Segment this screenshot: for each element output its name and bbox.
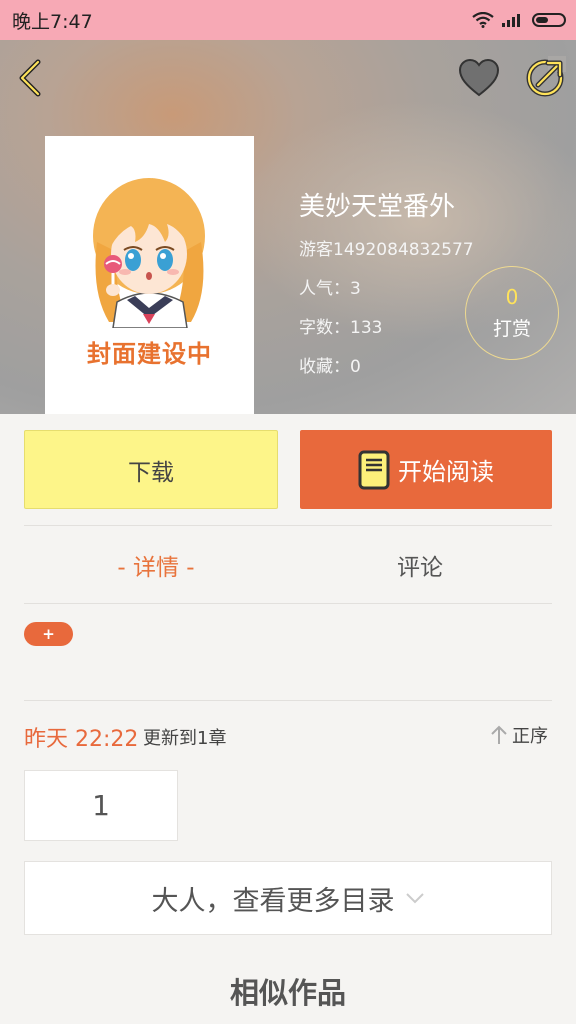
wifi-icon xyxy=(472,12,494,28)
book-cover[interactable]: 封面建设中 xyxy=(45,136,254,414)
status-bar: 晚上7:47 xyxy=(0,0,576,40)
sort-order-button[interactable]: 正序 xyxy=(490,722,548,748)
tip-label: 打赏 xyxy=(492,317,531,340)
divider xyxy=(24,525,552,526)
book-popularity: 人气：3 xyxy=(299,279,361,299)
status-icons xyxy=(472,12,566,28)
share-icon[interactable] xyxy=(524,56,566,98)
chevron-down-icon xyxy=(405,893,424,904)
signal-icon xyxy=(502,14,520,27)
arrow-up-icon xyxy=(491,725,507,744)
cover-placeholder-text: 封面建设中 xyxy=(87,340,212,368)
cover-illustration xyxy=(93,178,205,328)
chevron-left-icon[interactable] xyxy=(12,58,52,98)
divider xyxy=(24,700,552,701)
book-author[interactable]: 游客1492084832577 xyxy=(299,235,474,260)
add-tag-button[interactable]: + xyxy=(24,622,73,646)
similar-works-heading: 相似作品 xyxy=(229,976,346,1010)
book-icon xyxy=(358,450,390,489)
book-word-count: 字数：133 xyxy=(299,318,383,338)
download-label: 下载 xyxy=(128,459,174,486)
tab-details[interactable]: - 详情 - xyxy=(56,548,256,582)
tab-comments[interactable]: 评论 xyxy=(320,548,520,582)
heart-icon[interactable] xyxy=(458,58,500,98)
tip-button[interactable]: 0 打赏 xyxy=(465,266,559,360)
divider xyxy=(24,603,552,604)
book-favorites: 收藏：0 xyxy=(299,357,361,377)
start-reading-button[interactable]: 开始阅读 xyxy=(300,430,552,509)
more-chapters-button[interactable]: 大人，查看更多目录 xyxy=(24,861,552,935)
tip-count: 0 xyxy=(505,284,519,309)
status-time: 晚上7:47 xyxy=(12,10,93,33)
book-info: 美妙天堂番外 游客1492084832577 人气：3 字数：133 收藏：0 xyxy=(299,186,474,391)
chapter-item[interactable]: 1 xyxy=(24,770,178,841)
more-chapters-label: 大人，查看更多目录 xyxy=(151,885,395,917)
battery-icon xyxy=(532,13,566,27)
update-time: 昨天 22:22 xyxy=(24,727,139,752)
book-title: 美妙天堂番外 xyxy=(299,192,456,222)
book-header: 封面建设中 美妙天堂番外 游客1492084832577 人气：3 字数：133… xyxy=(0,40,576,414)
update-text: 更新到1章 xyxy=(143,728,227,749)
sort-order-label: 正序 xyxy=(512,726,548,747)
start-reading-label: 开始阅读 xyxy=(398,458,494,486)
download-button[interactable]: 下载 xyxy=(24,430,278,509)
